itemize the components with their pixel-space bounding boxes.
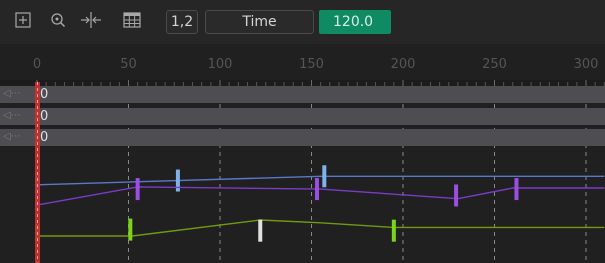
keyframe-marker[interactable] (454, 184, 459, 207)
mode-button[interactable]: 1,2 (166, 10, 198, 34)
ruler-label: 250 (482, 57, 507, 72)
track-row[interactable]: ◁⋯ 0 (0, 129, 605, 146)
keyframe-marker[interactable] (391, 219, 396, 242)
animation-curve (36, 186, 605, 206)
track-value: 0 (40, 130, 49, 145)
zoom-icon[interactable] (49, 10, 67, 30)
ruler-label: 50 (120, 57, 137, 72)
grid-icon[interactable] (122, 10, 142, 30)
playhead-line (37, 82, 38, 263)
animation-curve (37, 219, 605, 237)
toolbar: 1,2 Time 120.0 (0, 0, 605, 44)
ruler-label: 300 (573, 57, 599, 72)
keyframe-marker[interactable] (128, 218, 133, 241)
speaker-icon[interactable]: ◁⋯ (3, 110, 21, 121)
time-value-input[interactable]: 120.0 (319, 10, 391, 34)
ruler-label: 150 (299, 57, 324, 72)
animation-curve (36, 175, 605, 186)
speaker-icon[interactable]: ◁⋯ (3, 131, 21, 142)
track-row[interactable]: ◁⋯ 0 (0, 86, 605, 103)
track-value: 0 (40, 87, 49, 102)
keyframe-marker[interactable] (322, 165, 327, 188)
track-value: 0 (40, 109, 49, 124)
keyframe-marker[interactable] (175, 169, 180, 192)
timeline-panel[interactable]: 0 50 100 150 200 250 300 ◁⋯ 0 ◁⋯ 0 ◁⋯ 0 (0, 44, 605, 263)
keyframe-marker[interactable] (314, 178, 319, 201)
expand-all-icon[interactable] (14, 10, 32, 30)
speaker-icon[interactable]: ◁⋯ (3, 88, 21, 99)
ruler-label: 100 (207, 57, 233, 72)
ruler-label: 200 (390, 57, 416, 72)
timeline-canvas[interactable] (0, 44, 605, 263)
keyframe-marker[interactable] (135, 178, 140, 201)
track-row[interactable]: ◁⋯ 0 (0, 108, 605, 125)
fit-width-icon[interactable] (80, 10, 102, 30)
keyframe-marker[interactable] (514, 178, 519, 201)
time-field-button[interactable]: Time (205, 10, 314, 34)
keyframe-marker[interactable] (258, 219, 263, 242)
ruler-label: 0 (32, 57, 42, 72)
